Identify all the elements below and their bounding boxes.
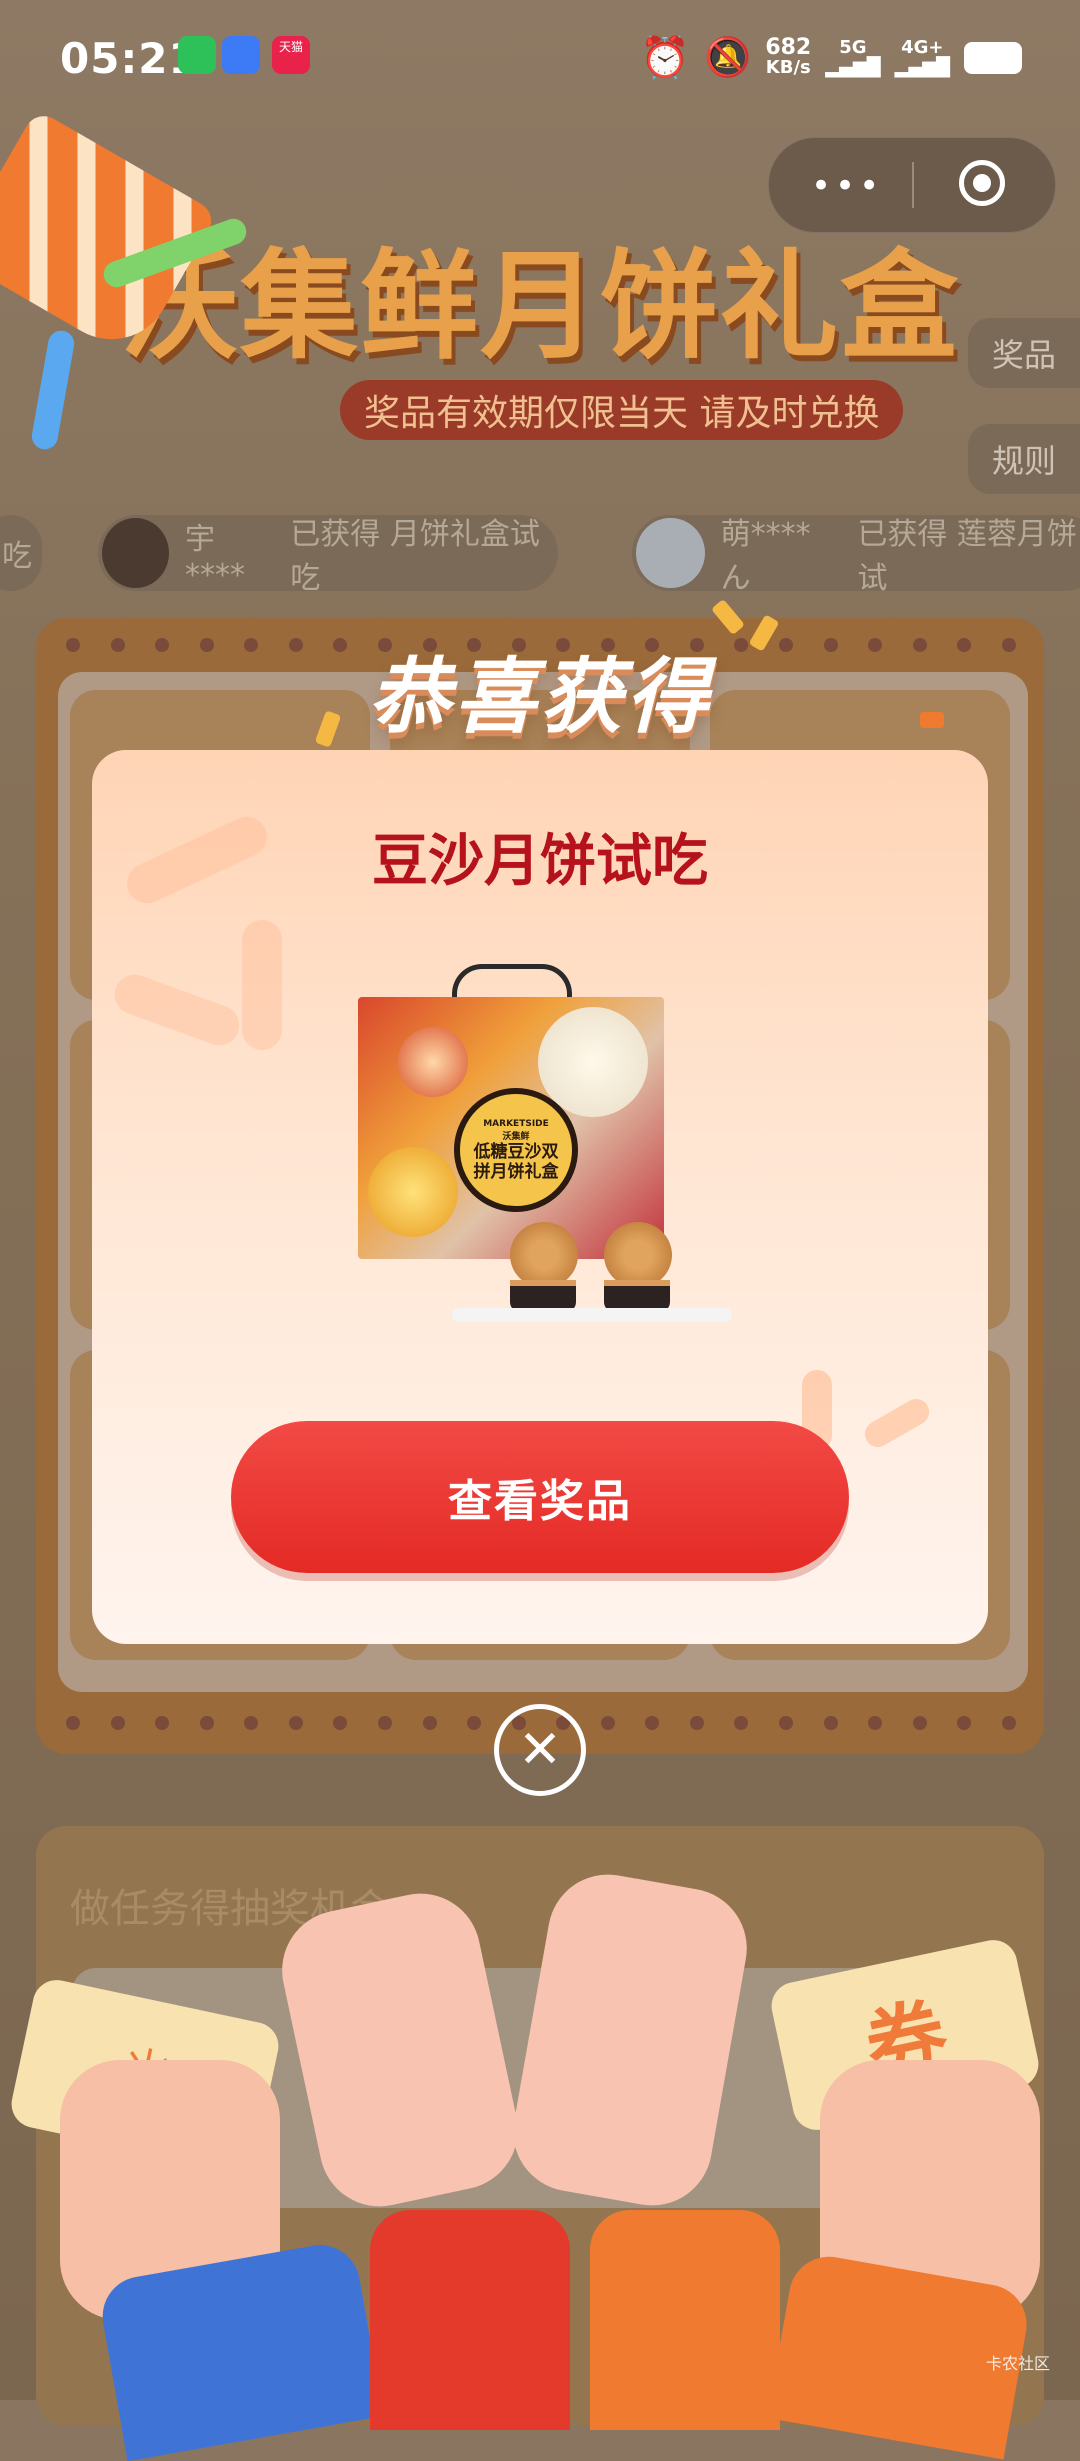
mooncake-image (510, 1222, 578, 1288)
flower-decoration (368, 1147, 458, 1237)
prize-name: 豆沙月饼试吃 (372, 829, 708, 894)
burst-decoration (860, 1394, 934, 1452)
sleeve-decoration (370, 2210, 570, 2430)
product-name: 低糖豆沙双拼月饼礼盒 (473, 1141, 559, 1182)
close-popup-button[interactable]: ✕ (494, 1704, 586, 1796)
popup-heading: 恭喜获得 (368, 650, 712, 745)
confetti-decoration (920, 712, 944, 728)
burst-decoration (109, 968, 245, 1052)
plate-image (452, 1308, 732, 1322)
view-prize-button[interactable]: 查看奖品 (231, 1421, 849, 1573)
product-brand-cn: 沃集鲜 (502, 1131, 530, 1142)
burst-decoration (242, 920, 282, 1050)
sleeve-decoration (590, 2210, 780, 2430)
close-icon: ✕ (518, 1720, 562, 1780)
product-label: MARKETSIDE 沃集鲜 低糖豆沙双拼月饼礼盒 (454, 1088, 578, 1212)
product-brand: MARKETSIDE (483, 1118, 549, 1129)
flower-decoration (398, 1027, 468, 1097)
mooncake-image (604, 1222, 672, 1288)
watermark: 卡农社区 (985, 2354, 1050, 2373)
